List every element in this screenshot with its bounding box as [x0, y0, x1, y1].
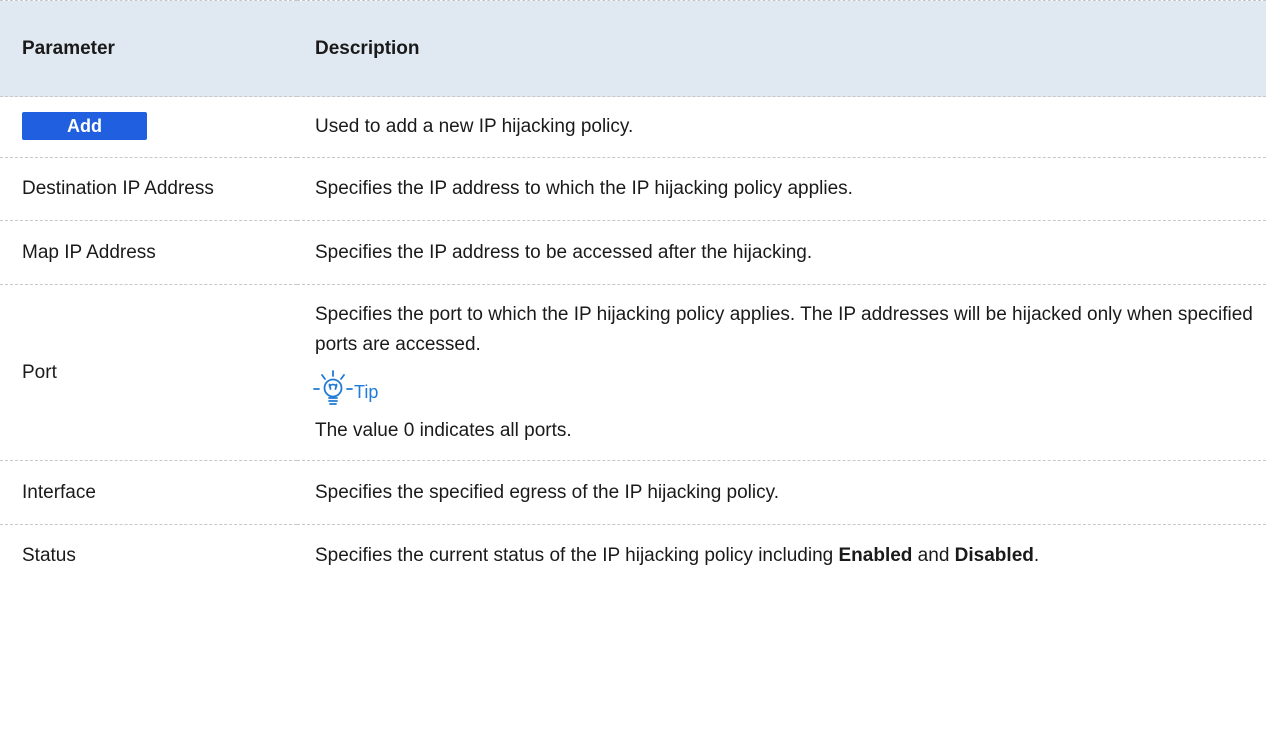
- tip-callout: Tip: [313, 369, 1254, 408]
- status-disabled-term: Disabled: [954, 545, 1034, 566]
- table-row-interface: Interface Specifies the specified egress…: [0, 460, 1266, 525]
- table-row-status: Status Specifies the current status of t…: [0, 525, 1266, 588]
- param-map-ip: Map IP Address: [0, 220, 297, 285]
- desc-port-cell: Specifies the port to which the IP hijac…: [297, 284, 1266, 461]
- desc-status-joiner: and: [912, 545, 955, 566]
- header-description: Description: [297, 0, 1266, 97]
- desc-add: Used to add a new IP hijacking policy.: [297, 96, 1266, 158]
- param-port: Port: [0, 284, 297, 461]
- parameter-table: Parameter Description Add Used to add a …: [0, 0, 1266, 587]
- tip-text: The value 0 indicates all ports.: [315, 419, 572, 441]
- param-destination-ip: Destination IP Address: [0, 157, 297, 221]
- param-cell-add: Add: [0, 96, 297, 158]
- desc-interface: Specifies the specified egress of the IP…: [297, 460, 1266, 525]
- tip-label: Tip: [354, 381, 379, 402]
- table-header-row: Parameter Description: [0, 0, 1266, 97]
- add-button[interactable]: Add: [22, 112, 147, 140]
- desc-status-prefix: Specifies the current status of the IP h…: [315, 545, 839, 566]
- desc-status: Specifies the current status of the IP h…: [297, 525, 1266, 588]
- table-row-map-ip: Map IP Address Specifies the IP address …: [0, 220, 1266, 285]
- table-row-destination-ip: Destination IP Address Specifies the IP …: [0, 157, 1266, 221]
- desc-status-suffix: .: [1033, 545, 1040, 566]
- lightbulb-icon: [313, 369, 353, 408]
- table-row-port: Port Specifies the port to which the IP …: [0, 284, 1266, 461]
- table-row-add: Add Used to add a new IP hijacking polic…: [0, 96, 1266, 158]
- desc-port: Specifies the port to which the IP hijac…: [315, 303, 1253, 355]
- header-parameter: Parameter: [0, 0, 297, 97]
- status-enabled-term: Enabled: [838, 545, 913, 566]
- desc-destination-ip: Specifies the IP address to which the IP…: [297, 157, 1266, 221]
- desc-map-ip: Specifies the IP address to be accessed …: [297, 220, 1266, 285]
- param-status: Status: [22, 545, 76, 566]
- param-interface: Interface: [0, 460, 297, 525]
